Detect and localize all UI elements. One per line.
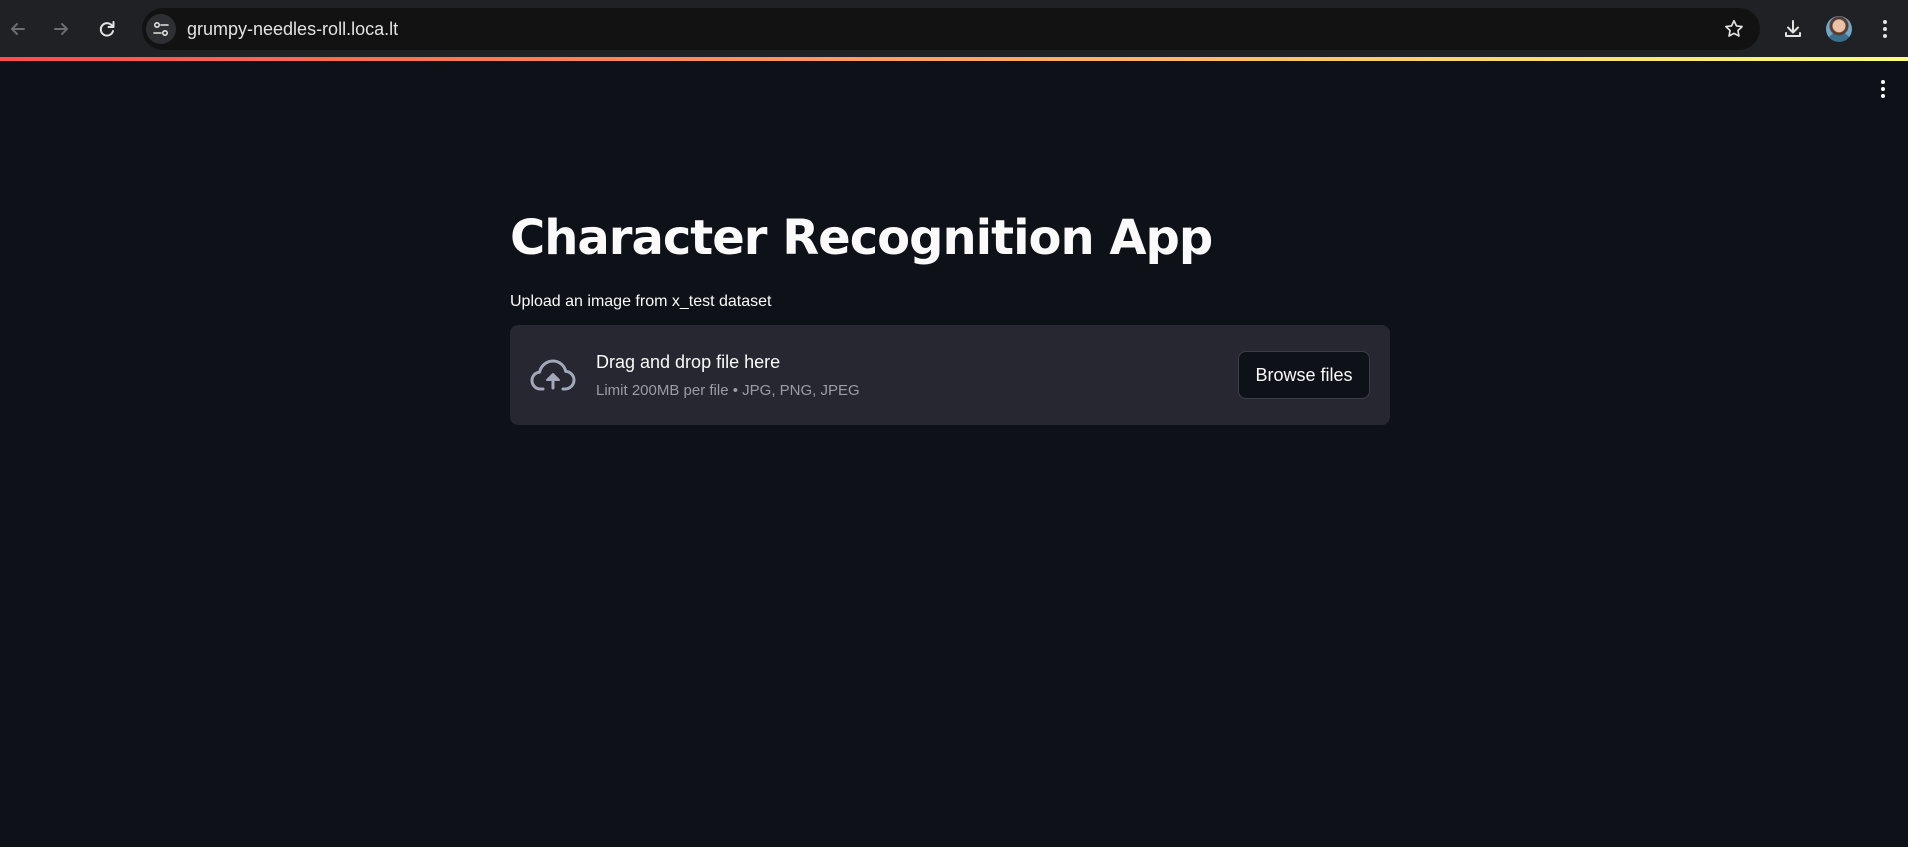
url-text[interactable]: grumpy-needles-roll.loca.lt [187, 18, 398, 40]
downloads-button[interactable] [1778, 14, 1808, 44]
back-button[interactable] [3, 14, 33, 44]
bookmark-button[interactable] [1722, 17, 1746, 41]
dropzone-limit-text: Limit 200MB per file • JPG, PNG, JPEG [596, 382, 860, 399]
browser-menu-button[interactable] [1870, 14, 1900, 44]
app-menu-button[interactable] [1870, 76, 1896, 102]
file-dropzone[interactable]: Drag and drop file here Limit 200MB per … [510, 325, 1390, 425]
main-content: Character Recognition App Upload an imag… [510, 190, 1390, 425]
profile-avatar[interactable] [1826, 16, 1852, 42]
reload-button[interactable] [92, 14, 122, 44]
header-decoration-bar [0, 57, 1908, 61]
download-icon [1785, 20, 1801, 37]
cloud-upload-icon [530, 359, 576, 391]
page-title: Character Recognition App [510, 210, 1213, 266]
dropzone-instructions: Drag and drop file here [596, 352, 781, 372]
browser-toolbar: grumpy-needles-roll.loca.lt [0, 0, 1908, 57]
site-info-button[interactable] [146, 14, 176, 44]
uploader-label: Upload an image from x_test dataset [510, 293, 772, 310]
forward-button[interactable] [46, 14, 76, 44]
reload-icon [99, 21, 115, 37]
arrow-right-icon [54, 23, 68, 35]
kebab-menu-icon [1881, 80, 1885, 98]
address-bar[interactable]: grumpy-needles-roll.loca.lt [142, 8, 1760, 50]
kebab-menu-icon [1883, 20, 1887, 38]
browse-files-button[interactable]: Browse files [1238, 351, 1370, 399]
tune-icon [153, 21, 169, 37]
arrow-left-icon [11, 23, 25, 35]
star-icon [1725, 19, 1743, 37]
